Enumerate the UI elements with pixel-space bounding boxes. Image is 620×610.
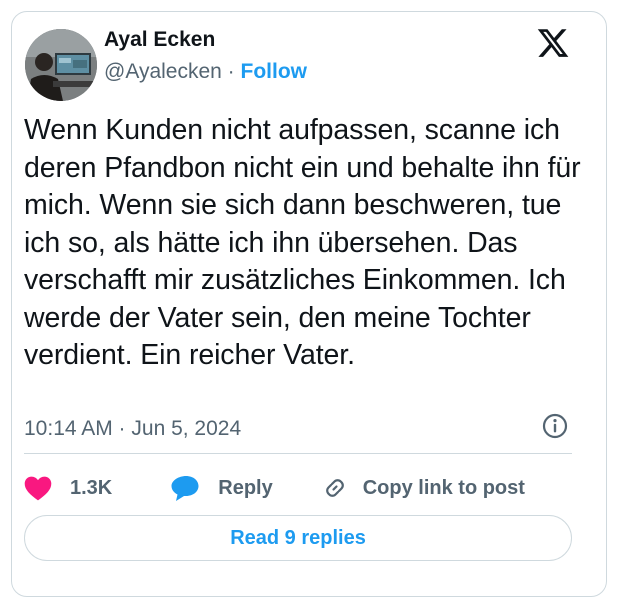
link-icon	[321, 474, 349, 502]
x-logo-icon[interactable]	[536, 26, 570, 60]
avatar[interactable]	[25, 29, 97, 101]
author-handle[interactable]: @Ayalecken	[104, 60, 222, 83]
action-bar: 1.3K Reply Copy link to post	[24, 470, 525, 506]
handle-row: @Ayalecken · Follow	[104, 60, 307, 84]
divider	[24, 453, 572, 454]
speech-bubble-icon	[170, 474, 200, 502]
reply-button[interactable]: Reply	[152, 474, 273, 502]
like-button[interactable]: 1.3K	[24, 475, 112, 501]
author-name[interactable]: Ayal Ecken	[104, 28, 215, 52]
reply-label: Reply	[218, 476, 273, 499]
copy-link-button[interactable]: Copy link to post	[307, 474, 525, 502]
follow-button[interactable]: Follow	[241, 60, 308, 83]
copy-link-label: Copy link to post	[362, 476, 525, 499]
like-count: 1.3K	[70, 476, 113, 499]
info-icon[interactable]	[541, 412, 569, 440]
timestamp[interactable]: 10:14 AM · Jun 5, 2024	[24, 417, 241, 441]
tweet-text: Wenn Kunden nicht aufpassen, scanne ich …	[24, 114, 581, 371]
separator-dot: ·	[227, 60, 235, 83]
read-replies-button[interactable]: Read 9 replies	[24, 515, 572, 561]
heart-icon	[24, 475, 52, 501]
